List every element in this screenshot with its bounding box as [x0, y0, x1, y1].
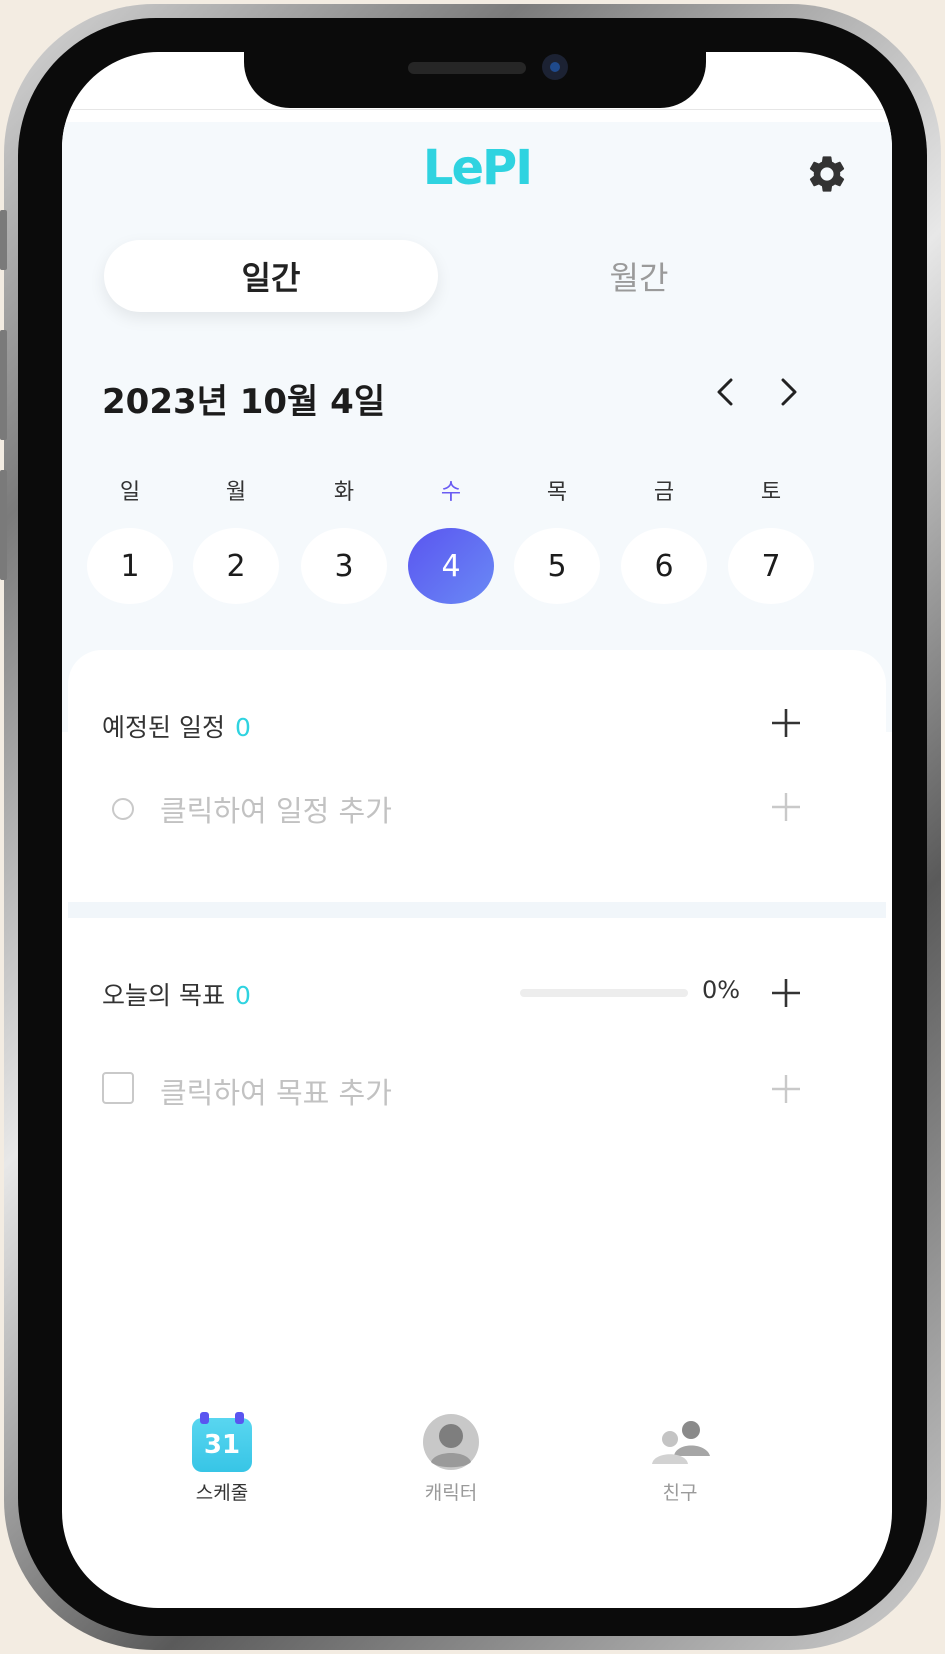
status-divider [62, 109, 892, 110]
goals-progress-bar [520, 989, 688, 997]
add-goal-plus-icon[interactable] [769, 976, 803, 1010]
day-3[interactable]: 3 [301, 528, 387, 604]
chevron-right-icon[interactable] [768, 370, 808, 414]
add-goal-placeholder[interactable]: 클릭하여 목표 추가 [160, 1070, 392, 1112]
day-4-selected[interactable]: 4 [408, 528, 494, 604]
goal-checkbox[interactable] [102, 1072, 134, 1104]
goals-count: 0 [234, 981, 251, 1010]
nav-friends[interactable]: 친구 [600, 1412, 760, 1505]
weekday-fri: 금 [653, 480, 675, 505]
day-7[interactable]: 7 [728, 528, 814, 604]
character-icon [423, 1414, 479, 1470]
gear-icon[interactable] [805, 152, 849, 196]
front-camera [542, 54, 568, 80]
calendar-ring-right [235, 1412, 244, 1424]
schedule-radio-circle[interactable] [112, 798, 134, 820]
day-2[interactable]: 2 [193, 528, 279, 604]
weekday-wed: 수 [440, 480, 462, 505]
nav-character[interactable]: 캐릭터 [371, 1412, 531, 1505]
add-schedule-placeholder[interactable]: 클릭하여 일정 추가 [160, 788, 392, 830]
nav-friends-label: 친구 [662, 1482, 698, 1504]
friends-icon [652, 1421, 710, 1464]
nav-schedule[interactable]: 31 스케줄 [142, 1412, 302, 1505]
schedule-section-title: 예정된 일정 0 [102, 708, 251, 744]
app-logo: LePI [422, 140, 533, 196]
schedule-title-text: 예정된 일정 [102, 713, 225, 742]
calendar-icon-number: 31 [192, 1418, 252, 1472]
volume-down-button [0, 470, 7, 580]
day-5[interactable]: 5 [514, 528, 600, 604]
bottom-navigation: 31 스케줄 캐릭터 친구 [62, 1412, 892, 1532]
nav-character-label: 캐릭터 [424, 1482, 478, 1504]
calendar-icon: 31 [192, 1412, 252, 1472]
goals-title-text: 오늘의 목표 [102, 981, 225, 1010]
add-schedule-item-plus-icon[interactable] [769, 790, 803, 824]
add-schedule-plus-icon[interactable] [769, 706, 803, 740]
weekday-sat: 토 [760, 480, 782, 505]
section-divider [68, 902, 886, 918]
weekday-tue: 화 [333, 480, 355, 505]
add-goal-item-plus-icon[interactable] [769, 1072, 803, 1106]
speaker [408, 62, 526, 74]
content-card [68, 650, 886, 910]
tab-monthly[interactable]: 월간 [472, 240, 806, 312]
day-1[interactable]: 1 [87, 528, 173, 604]
weekday-sun: 일 [119, 480, 141, 505]
nav-schedule-label: 스케줄 [195, 1482, 249, 1504]
mute-switch [0, 210, 7, 270]
chevron-left-icon[interactable] [706, 370, 746, 414]
calendar-ring-left [200, 1412, 209, 1424]
header-area [62, 122, 892, 732]
volume-up-button [0, 330, 7, 440]
app-screen: LePI 일간 월간 2023년 10월 4일 일 월 화 수 목 금 토 1 … [62, 52, 892, 1608]
weekday-thu: 목 [546, 480, 568, 505]
weekday-mon: 월 [225, 480, 247, 505]
goals-section-title: 오늘의 목표 0 [102, 976, 251, 1012]
day-6[interactable]: 6 [621, 528, 707, 604]
tab-daily[interactable]: 일간 [104, 240, 438, 312]
notch [244, 52, 706, 108]
goals-progress-percent: 0% [702, 976, 741, 1004]
schedule-count: 0 [234, 713, 251, 742]
current-date-title: 2023년 10월 4일 [102, 382, 386, 422]
